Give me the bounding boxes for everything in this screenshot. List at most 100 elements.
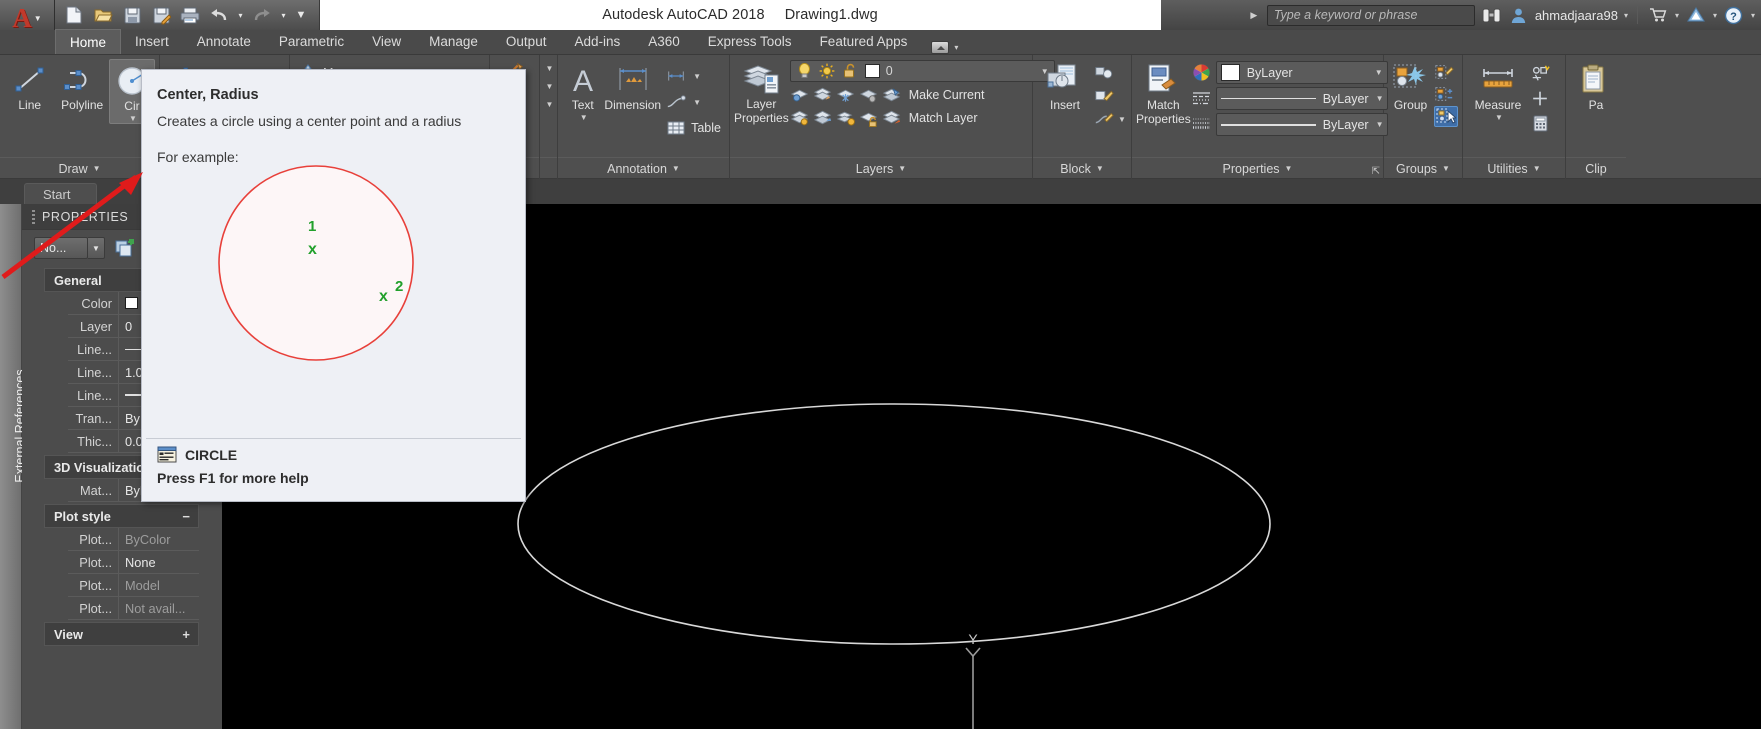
properties-section-plot-style-collapse-icon[interactable]: − [182, 509, 190, 524]
user-account-icon[interactable] [1509, 5, 1529, 25]
layer-turn-all-on-icon[interactable] [836, 108, 856, 128]
block-editor-icon[interactable] [1094, 109, 1114, 129]
lightbulb-on-icon[interactable] [796, 63, 813, 80]
ribbon-tab-output[interactable]: Output [492, 29, 561, 54]
layers-match-layer-label[interactable]: Match Layer [909, 111, 978, 125]
layer-off-icon[interactable] [859, 85, 879, 105]
layer-isolate-icon[interactable] [790, 85, 810, 105]
ribbon-tab-featured-apps[interactable]: Featured Apps [806, 29, 922, 54]
layer-on-icon[interactable] [790, 108, 810, 128]
cart-menu-caret-icon[interactable]: ▾ [1675, 11, 1679, 20]
redo-icon[interactable] [249, 2, 275, 28]
user-menu-caret-icon[interactable]: ▾ [1624, 11, 1628, 20]
block-tool-insert[interactable]: Insert [1037, 59, 1093, 112]
palette-grip-icon[interactable] [32, 209, 35, 224]
save-as-icon[interactable] [148, 2, 174, 28]
ribbon-tab-view[interactable]: View [358, 29, 415, 54]
ribbon-panel-groups-title[interactable]: Groups ▼ [1384, 157, 1462, 179]
fillet-dropdown-icon[interactable]: ▼ [546, 100, 554, 109]
autodesk-exchange-icon[interactable] [1685, 4, 1707, 26]
layer-make-current-icon[interactable] [882, 85, 902, 105]
calculator-icon[interactable] [1530, 113, 1550, 133]
annotation-tool-table[interactable]: Table [662, 115, 725, 141]
ribbon-minimize-control[interactable]: ▾ [921, 41, 968, 54]
ribbon-panel-utilities-title[interactable]: Utilities ▼ [1463, 157, 1565, 179]
ungroup-icon[interactable] [1434, 84, 1454, 104]
ribbon-tab-annotate[interactable]: Annotate [183, 29, 265, 54]
layer-thaw-icon[interactable] [813, 108, 833, 128]
properties-section-view[interactable]: View + [44, 622, 199, 646]
groups-tool-group[interactable]: Group [1388, 59, 1433, 112]
group-edit-icon[interactable] [1434, 62, 1454, 82]
layers-make-current-label[interactable]: Make Current [909, 88, 985, 102]
property-row-plot-table[interactable]: Plot... None [68, 550, 199, 574]
property-row-plot-table-attached[interactable]: Plot... Not avail... [68, 596, 199, 620]
ribbon-panel-properties-title[interactable]: Properties ▼ [1132, 157, 1383, 179]
properties-lineweight-combo[interactable]: ByLayer ▼ [1215, 113, 1388, 136]
ribbon-panel-annotation-title[interactable]: Annotation ▼ [558, 157, 729, 179]
properties-panel-launcher-icon[interactable]: ⇱ [1372, 166, 1380, 177]
unlock-icon[interactable] [842, 63, 859, 80]
help-menu-caret-icon[interactable]: ▾ [1751, 11, 1755, 20]
ribbon-panel-clipboard-title[interactable]: Clip [1566, 157, 1626, 179]
block-editor-dropdown-icon[interactable]: ▼ [1118, 115, 1126, 124]
properties-color-dropdown-icon[interactable]: ▼ [1375, 68, 1383, 77]
layer-unisolate-icon[interactable] [813, 85, 833, 105]
ribbon-tab-home[interactable]: Home [55, 29, 122, 54]
ribbon-panel-draw-title[interactable]: Draw ▼ [0, 157, 159, 179]
properties-lineweight-dropdown-icon[interactable]: ▼ [1376, 120, 1384, 129]
search-expand-icon[interactable]: ▶ [1247, 10, 1261, 21]
undo-icon[interactable] [206, 2, 232, 28]
copy-dropdown-icon[interactable]: ▼ [546, 64, 554, 73]
undo-dropdown-icon[interactable]: ▾ [235, 2, 246, 28]
external-references-dock[interactable]: External References [0, 204, 27, 729]
utilities-tool-measure[interactable]: Measure ▼ [1467, 59, 1529, 122]
ribbon-panel-layers-title[interactable]: Layers ▼ [730, 157, 1032, 179]
help-icon[interactable]: ? [1723, 4, 1745, 26]
layer-color-swatch[interactable] [864, 64, 880, 78]
quick-select-icon[interactable] [1530, 63, 1550, 83]
annotation-tool-leader[interactable]: ▼ [662, 89, 725, 115]
group-selection-on-icon[interactable] [1434, 106, 1458, 127]
text-dropdown-icon[interactable]: ▼ [580, 113, 588, 122]
property-row-plot-style[interactable]: Plot... ByColor [68, 527, 199, 551]
ribbon-tab-parametric[interactable]: Parametric [265, 29, 358, 54]
redo-dropdown-icon[interactable]: ▾ [278, 2, 289, 28]
point-style-icon[interactable] [1530, 88, 1550, 108]
draw-circle-dropdown-icon[interactable]: ▼ [129, 114, 137, 123]
search-binoculars-icon[interactable] [1481, 4, 1503, 26]
leader-dropdown-icon[interactable]: ▼ [693, 98, 701, 107]
shopping-cart-icon[interactable] [1647, 4, 1669, 26]
help-search-input[interactable]: Type a keyword or phrase [1266, 4, 1475, 26]
properties-tool-match[interactable]: Match Properties [1136, 59, 1191, 125]
clipboard-tool-paste[interactable]: Pa [1570, 59, 1622, 112]
ribbon-tab-addins[interactable]: Add-ins [560, 29, 634, 54]
properties-linetype-dropdown-icon[interactable]: ▼ [1376, 94, 1384, 103]
create-block-icon[interactable] [1094, 63, 1114, 83]
measure-dropdown-icon[interactable]: ▼ [1495, 113, 1503, 122]
layer-current-combo[interactable]: 0 ▼ [789, 60, 1055, 82]
open-file-icon[interactable] [90, 2, 116, 28]
mirror-dropdown-icon[interactable]: ▼ [546, 82, 554, 91]
properties-color-combo[interactable]: ByLayer ▼ [1215, 61, 1388, 84]
layer-match-icon[interactable] [882, 108, 902, 128]
property-row-plot-table-type[interactable]: Plot... Model [68, 573, 199, 597]
draw-tool-polyline[interactable]: Polyline [56, 59, 107, 112]
ribbon-tab-a360[interactable]: A360 [634, 29, 694, 54]
layer-lock-icon[interactable] [859, 108, 879, 128]
file-tab-start[interactable]: Start [24, 183, 98, 204]
layers-tool-layer-properties[interactable]: Layer Properties [734, 58, 789, 124]
draw-tool-line[interactable]: Line [4, 59, 55, 112]
ribbon-tab-insert[interactable]: Insert [121, 29, 183, 54]
new-file-icon[interactable] [61, 2, 87, 28]
annotation-tool-dimension[interactable]: Dimension [604, 59, 661, 112]
quick-select-icon[interactable] [113, 237, 137, 259]
sun-freeze-icon[interactable] [819, 63, 836, 80]
property-value[interactable]: None [118, 550, 199, 574]
ribbon-tab-express-tools[interactable]: Express Tools [694, 29, 806, 54]
plot-icon[interactable] [177, 2, 203, 28]
edit-attributes-icon[interactable] [1094, 86, 1114, 106]
annotation-tool-dim-linear[interactable]: ▼ [662, 63, 725, 89]
properties-object-selector-caret-icon[interactable]: ▼ [88, 237, 105, 259]
dim-linear-dropdown-icon[interactable]: ▼ [693, 72, 701, 81]
